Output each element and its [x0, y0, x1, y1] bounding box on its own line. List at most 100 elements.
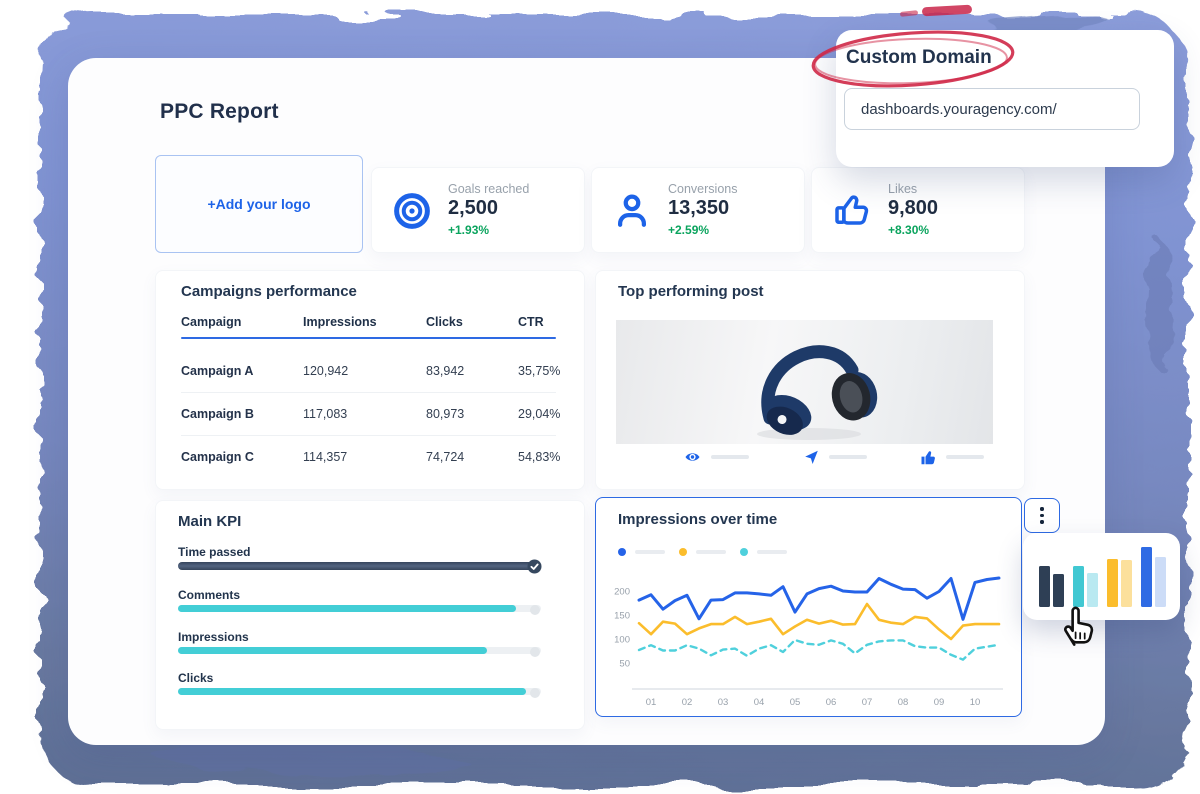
- user-icon: [612, 191, 652, 231]
- stat-delta: +1.93%: [448, 223, 489, 237]
- col-clicks: Clicks: [426, 315, 518, 329]
- svg-text:50: 50: [619, 659, 630, 670]
- main-kpi-card: Main KPI Time passed Comments Impression…: [155, 500, 585, 730]
- custom-domain-card: Custom Domain: [836, 30, 1174, 167]
- placeholder-bar: [757, 550, 787, 554]
- table-header: Campaign Impressions Clicks CTR: [181, 315, 556, 329]
- likes-thumb-icon: [920, 450, 936, 465]
- main-kpi-title: Main KPI: [178, 513, 241, 530]
- svg-text:10: 10: [970, 697, 981, 708]
- shares-arrow-icon: [803, 449, 819, 465]
- chart-legend: [618, 548, 787, 556]
- svg-text:200: 200: [614, 587, 630, 598]
- kpi-bar-fill: [178, 688, 526, 695]
- kebab-menu-icon: [1040, 507, 1043, 510]
- stat-label: Likes: [888, 182, 917, 196]
- stat-card-conversions: Conversions 13,350 +2.59%: [591, 167, 805, 253]
- svg-text:01: 01: [646, 697, 657, 708]
- headphones-illustration: [704, 322, 904, 442]
- mini-bar: [1107, 559, 1118, 607]
- table-row: Campaign A 120,942 83,942 35,75%: [181, 357, 556, 385]
- custom-domain-input[interactable]: [844, 88, 1140, 130]
- shares-stat: [803, 449, 867, 465]
- kpi-bar: [178, 562, 541, 569]
- col-ctr: CTR: [518, 315, 556, 329]
- custom-domain-title: Custom Domain: [846, 47, 992, 69]
- kpi-bar: [178, 647, 541, 654]
- table-header-underline: [181, 337, 556, 339]
- campaigns-performance-card: Campaigns performance Campaign Impressio…: [155, 270, 585, 490]
- kpi-bar: [178, 688, 541, 695]
- kpi-label: Impressions: [178, 630, 249, 644]
- mini-bar: [1121, 560, 1132, 607]
- likes-stat: [920, 450, 984, 465]
- engagement-row: [684, 449, 984, 465]
- kpi-bar: [178, 605, 541, 612]
- svg-text:08: 08: [898, 697, 909, 708]
- row-separator: [181, 435, 556, 436]
- stat-value: 13,350: [668, 197, 729, 220]
- col-campaign: Campaign: [181, 315, 303, 329]
- chart-title: Impressions over time: [618, 511, 777, 528]
- placeholder-bar: [711, 455, 749, 459]
- legend-dot-blue: [618, 548, 626, 556]
- target-icon: [392, 191, 432, 231]
- placeholder-bar: [635, 550, 665, 554]
- stat-label: Goals reached: [448, 182, 529, 196]
- mini-bar: [1039, 566, 1050, 607]
- stat-label: Conversions: [668, 182, 737, 196]
- stat-value: 2,500: [448, 197, 498, 220]
- svg-text:03: 03: [718, 697, 729, 708]
- kpi-label: Clicks: [178, 671, 213, 685]
- stat-card-likes: Likes 9,800 +8.30%: [811, 167, 1025, 253]
- top-post-title: Top performing post: [618, 283, 764, 300]
- placeholder-bar: [696, 550, 726, 554]
- campaigns-title: Campaigns performance: [181, 283, 357, 300]
- widget-bars: [1039, 547, 1166, 607]
- widget-library-card[interactable]: [1023, 533, 1180, 620]
- stat-delta: +8.30%: [888, 223, 929, 237]
- table-row: Campaign C 114,357 74,724 54,83%: [181, 443, 556, 471]
- svg-text:09: 09: [934, 697, 945, 708]
- kpi-complete-icon: [527, 559, 542, 574]
- mini-bar: [1073, 566, 1084, 607]
- svg-text:100: 100: [614, 635, 630, 646]
- svg-text:05: 05: [790, 697, 801, 708]
- kpi-bar-fill: [178, 647, 487, 654]
- svg-text:04: 04: [754, 697, 765, 708]
- kpi-end-dot: [527, 602, 542, 617]
- legend-dot-teal: [740, 548, 748, 556]
- add-logo-label: +Add your logo: [207, 196, 310, 212]
- table-row: Campaign B 117,083 80,973 29,04%: [181, 400, 556, 428]
- stat-value: 9,800: [888, 197, 938, 220]
- placeholder-bar: [829, 455, 867, 459]
- kpi-end-dot: [527, 685, 542, 700]
- page-title: PPC Report: [160, 100, 279, 124]
- stat-card-goals: Goals reached 2,500 +1.93%: [371, 167, 585, 253]
- kpi-label: Comments: [178, 588, 240, 602]
- legend-item: [618, 548, 665, 556]
- hand-pointer-icon: [1056, 602, 1098, 648]
- row-separator: [181, 392, 556, 393]
- top-post-card: Top performing post: [595, 270, 1025, 490]
- col-impressions: Impressions: [303, 315, 426, 329]
- impressions-chart-card[interactable]: Impressions over time 50 100 150 200 01 02 03 0…: [595, 497, 1022, 717]
- stat-delta: +2.59%: [668, 223, 709, 237]
- svg-text:06: 06: [826, 697, 837, 708]
- widget-menu-button[interactable]: [1024, 498, 1060, 533]
- paint-blob: [1146, 240, 1174, 370]
- legend-item: [679, 548, 726, 556]
- svg-text:07: 07: [862, 697, 873, 708]
- add-logo-button[interactable]: +Add your logo: [155, 155, 363, 253]
- legend-dot-yellow: [679, 548, 687, 556]
- kpi-bar-fill: [178, 605, 516, 612]
- line-chart: 50 100 150 200 01 02 03 04 05 06 07 08 09 10: [596, 566, 1023, 714]
- thumbs-up-icon: [832, 191, 872, 231]
- kpi-label: Time passed: [178, 545, 250, 559]
- views-stat: [684, 449, 749, 465]
- svg-text:150: 150: [614, 611, 630, 622]
- placeholder-bar: [946, 455, 984, 459]
- views-eye-icon: [684, 449, 701, 465]
- svg-text:02: 02: [682, 697, 693, 708]
- mini-bar: [1141, 547, 1152, 607]
